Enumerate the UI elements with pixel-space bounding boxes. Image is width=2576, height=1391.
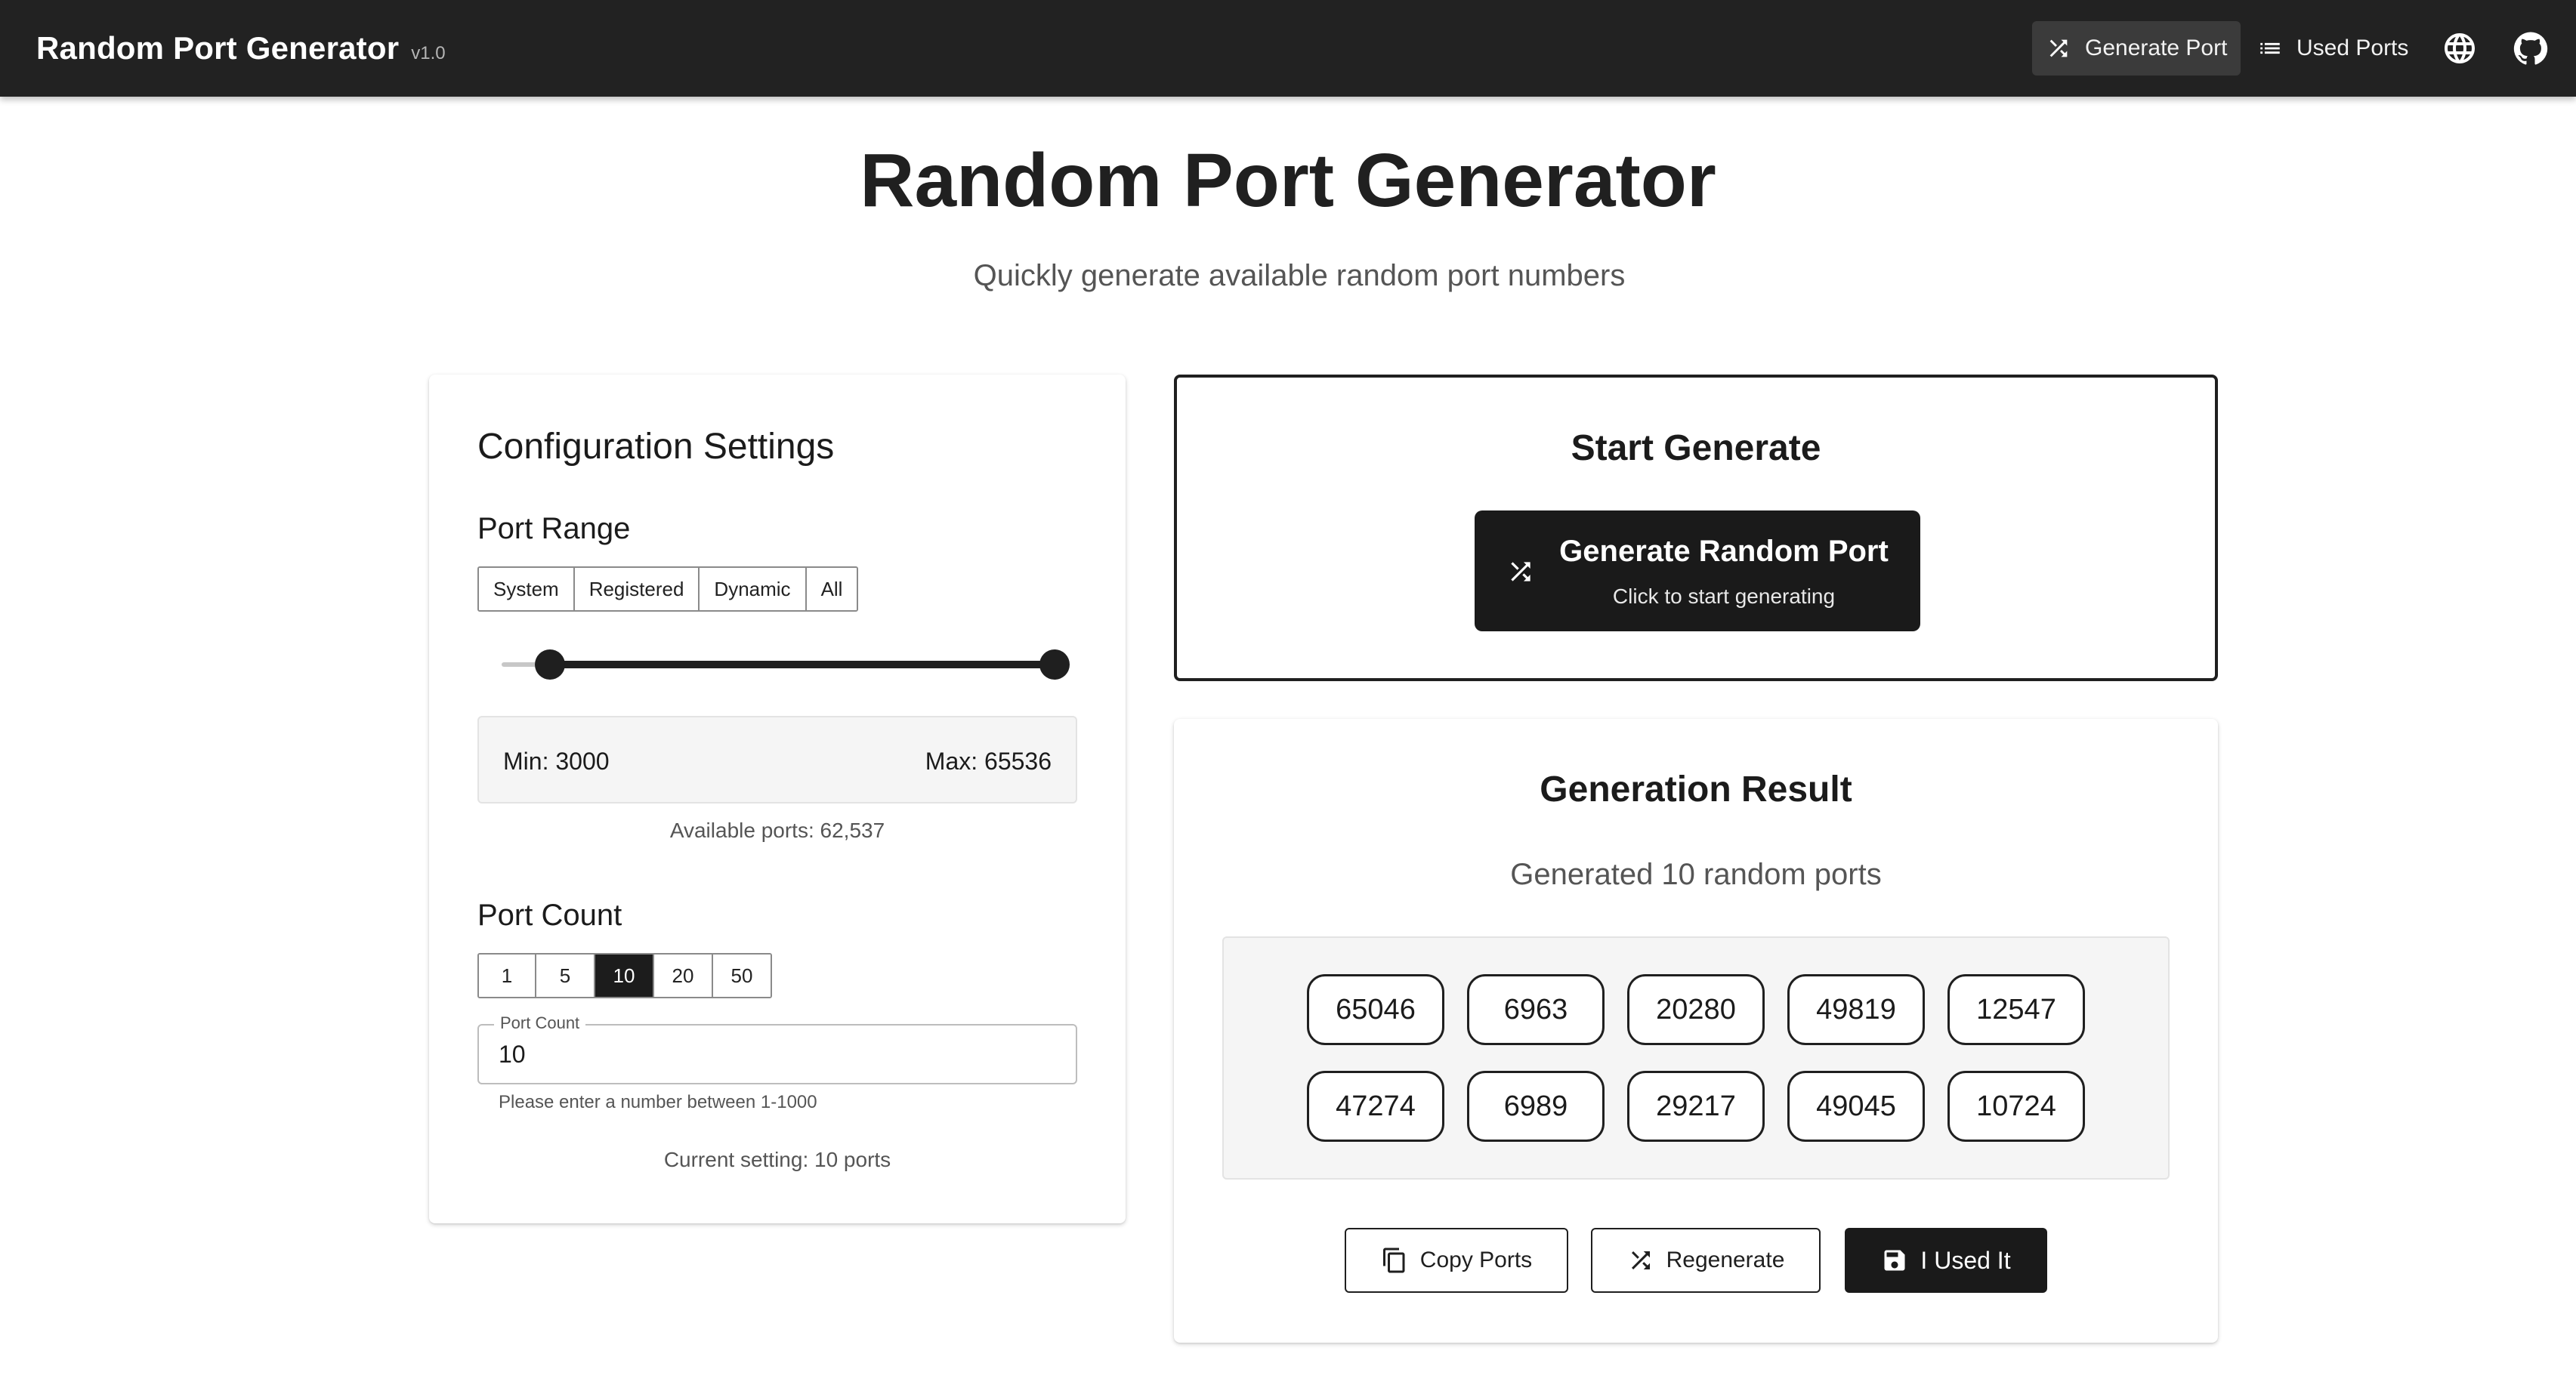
page-subtitle: Quickly generate available random port n… xyxy=(973,259,1626,292)
nav-generate-port[interactable]: Generate Port xyxy=(2032,21,2241,76)
result-summary: Generated 10 random ports xyxy=(1510,858,1882,891)
port-count-field-label: Port Count xyxy=(494,1013,586,1033)
port-count-input[interactable]: 10 xyxy=(499,1041,526,1069)
range-preset-all[interactable]: All xyxy=(806,568,857,610)
port-chip[interactable]: 49819 xyxy=(1787,974,1925,1045)
port-chip[interactable]: 47274 xyxy=(1307,1071,1444,1142)
start-title: Start Generate xyxy=(1571,428,1821,468)
port-count-title: Port Count xyxy=(477,899,622,932)
current-setting: Current setting: 10 ports xyxy=(663,1148,891,1171)
i-used-it-label: I Used It xyxy=(1920,1246,2011,1274)
shuffle-icon xyxy=(1511,562,1530,581)
port-chip[interactable]: 6989 xyxy=(1467,1071,1605,1142)
nav-generate-label: Generate Port xyxy=(2085,35,2228,60)
count-preset-1[interactable]: 1 xyxy=(479,955,536,997)
shuffle-icon xyxy=(1631,1251,1650,1269)
regenerate-button[interactable]: Regenerate xyxy=(1591,1228,1821,1293)
config-card: Configuration Settings Port Range System… xyxy=(429,375,1126,1223)
count-preset-group: 1 5 10 20 50 xyxy=(477,953,772,998)
app-title: Random Port Generator xyxy=(36,30,400,66)
page-title: Random Port Generator xyxy=(860,138,1716,223)
port-count-field[interactable]: Port Count 10 xyxy=(477,1013,1077,1084)
result-card: Generation Result Generated 10 random po… xyxy=(1174,719,2218,1343)
port-range-title: Port Range xyxy=(477,512,631,545)
regenerate-label: Regenerate xyxy=(1666,1248,1785,1272)
count-preset-20[interactable]: 20 xyxy=(654,955,713,997)
result-title: Generation Result xyxy=(1540,770,1852,810)
range-preset-group: System Registered Dynamic All xyxy=(477,566,859,612)
slider-thumb-max[interactable] xyxy=(1039,649,1070,680)
range-summary: Min: 3000 Max: 65536 xyxy=(477,716,1077,803)
count-preset-50[interactable]: 50 xyxy=(713,955,771,997)
nav-used-label: Used Ports xyxy=(2296,35,2409,60)
range-preset-dynamic[interactable]: Dynamic xyxy=(700,568,807,610)
config-title: Configuration Settings xyxy=(477,427,835,467)
count-preset-5[interactable]: 5 xyxy=(536,955,595,997)
nav-used-ports[interactable]: Used Ports xyxy=(2244,21,2422,76)
generate-random-port-button[interactable]: Generate Random Port Click to start gene… xyxy=(1475,510,1920,631)
copy-ports-label: Copy Ports xyxy=(1419,1248,1533,1272)
globe-icon[interactable] xyxy=(2442,30,2478,66)
available-ports: Available ports: 62,537 xyxy=(669,819,885,842)
slider-thumb-min[interactable] xyxy=(535,649,566,680)
port-chip[interactable]: 6963 xyxy=(1467,974,1605,1045)
generate-button-sub: Click to start generating xyxy=(1612,584,1836,608)
range-preset-system[interactable]: System xyxy=(479,568,575,610)
github-icon[interactable] xyxy=(2513,30,2549,66)
port-count-helper: Please enter a number between 1-1000 xyxy=(499,1092,817,1112)
brand[interactable]: Random Port Generator v1.0 xyxy=(36,30,446,66)
copy-ports-button[interactable]: Copy Ports xyxy=(1345,1228,1568,1293)
range-preset-registered[interactable]: Registered xyxy=(574,568,700,610)
port-range-slider[interactable] xyxy=(502,649,1070,680)
app-version: v1.0 xyxy=(411,43,446,63)
count-preset-10[interactable]: 10 xyxy=(595,955,654,997)
list-icon xyxy=(2260,42,2280,54)
port-chip[interactable]: 49045 xyxy=(1787,1071,1925,1142)
port-chip[interactable]: 65046 xyxy=(1307,974,1444,1045)
i-used-it-button[interactable]: I Used It xyxy=(1845,1228,2047,1293)
range-min-label: Min: 3000 xyxy=(503,748,610,775)
shuffle-icon xyxy=(2049,39,2068,57)
ports-grid: 65046 6963 20280 49819 12547 47274 6989 … xyxy=(1222,936,2170,1180)
slider-track xyxy=(550,661,1055,668)
app-bar: Random Port Generator v1.0 Generate Port… xyxy=(0,0,2576,97)
port-chip[interactable]: 20280 xyxy=(1627,974,1765,1045)
port-chip[interactable]: 29217 xyxy=(1627,1071,1765,1142)
range-max-label: Max: 65536 xyxy=(925,748,1052,775)
save-icon xyxy=(1884,1250,1905,1271)
start-card: Start Generate Generate Random Port Clic… xyxy=(1174,375,2218,681)
copy-icon xyxy=(1382,1248,1405,1273)
generate-button-label: Generate Random Port xyxy=(1559,535,1889,568)
port-chip[interactable]: 10724 xyxy=(1947,1071,2085,1142)
port-chip[interactable]: 12547 xyxy=(1947,974,2085,1045)
